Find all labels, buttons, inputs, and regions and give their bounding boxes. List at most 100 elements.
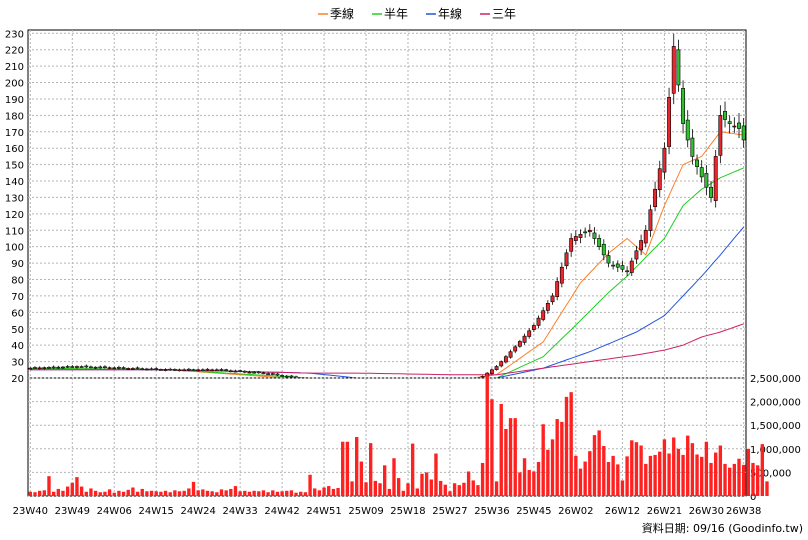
volume-bar-157 xyxy=(760,444,764,496)
volume-bar-52 xyxy=(271,490,275,496)
volume-bar-128 xyxy=(625,456,629,496)
candle-body-128 xyxy=(625,270,630,273)
price-tick-8: 100 xyxy=(5,243,24,254)
candle-body-17 xyxy=(107,367,112,369)
candle-body-19 xyxy=(116,367,121,369)
volume-bar-136 xyxy=(662,439,667,496)
volume-bar-111 xyxy=(546,449,550,496)
candle-body-3 xyxy=(42,367,47,369)
volume-bar-148 xyxy=(718,445,723,496)
legend-label-2: 年線 xyxy=(438,6,462,21)
candle-body-55 xyxy=(284,375,289,378)
legend-label-1: 半年 xyxy=(384,7,408,21)
volume-bar-104 xyxy=(513,418,517,496)
volume-bar-38 xyxy=(205,490,210,496)
volume-bar-105 xyxy=(518,472,522,496)
x-tick-7: 24W51 xyxy=(306,506,341,517)
stock-chart: 季線 半年 年線 三年 20 30 40 50 60 70 80 90 100 110 120 130 140… xyxy=(5,6,803,535)
candle-body-38 xyxy=(205,368,210,371)
candle-body-6 xyxy=(56,366,61,369)
volume-bar-37 xyxy=(201,489,205,496)
candle-body-133 xyxy=(648,209,653,231)
candle-body-8 xyxy=(65,366,70,368)
candle-body-11 xyxy=(79,366,84,368)
candle-body-103 xyxy=(508,351,513,358)
candle-body-108 xyxy=(531,325,536,330)
x-tick-2: 24W06 xyxy=(97,506,132,517)
candle-body-4 xyxy=(47,367,51,369)
candle-body-106 xyxy=(522,335,527,343)
volume-bar-91 xyxy=(452,483,457,496)
candle-body-102 xyxy=(503,356,508,363)
x-tick-1: 23W49 xyxy=(55,506,90,517)
volume-bar-129 xyxy=(630,440,634,496)
volume-bar-118 xyxy=(578,468,583,496)
volume-bar-134 xyxy=(653,454,657,496)
volume-bar-66 xyxy=(336,487,340,496)
candle-body-120 xyxy=(587,229,592,233)
volume-bar-100 xyxy=(494,481,499,496)
candle-body-12 xyxy=(84,365,89,368)
candle-body-49 xyxy=(256,371,261,374)
volume-bar-24 xyxy=(140,488,144,496)
volume-bar-138 xyxy=(672,437,676,496)
volume-bar-142 xyxy=(690,443,695,496)
candle-body-56 xyxy=(289,375,294,378)
x-tick-5: 24W33 xyxy=(222,506,257,517)
volume-bar-56 xyxy=(289,490,294,496)
candle-body-18 xyxy=(112,367,117,370)
volume-bar-147 xyxy=(714,452,718,496)
candle-body-143 xyxy=(695,159,699,167)
candle-body-113 xyxy=(555,281,560,297)
volume-bar-95 xyxy=(471,480,475,496)
volume-bar-31 xyxy=(173,490,177,496)
volume-bar-98 xyxy=(485,375,489,496)
candle-body-123 xyxy=(601,243,606,256)
price-panel: 20 30 40 50 60 70 80 90 100 110 120 130 140 150 160 170… xyxy=(5,29,747,388)
candle-body-25 xyxy=(144,368,149,371)
candle-body-48 xyxy=(252,371,257,374)
x-tick-11: 25W36 xyxy=(474,506,509,517)
volume-bar-53 xyxy=(275,491,280,496)
candle-body-147 xyxy=(713,156,718,201)
volume-bar-107 xyxy=(527,470,531,496)
volume-bar-141 xyxy=(686,435,690,496)
candle-body-151 xyxy=(732,125,737,128)
volume-bar-3 xyxy=(42,490,46,496)
price-tick-12: 140 xyxy=(5,177,24,188)
price-tick-3: 50 xyxy=(11,325,24,336)
candle-body-44 xyxy=(233,370,238,373)
volume-bar-143 xyxy=(695,454,699,496)
candle-body-153 xyxy=(741,125,746,141)
volume-bar-133 xyxy=(648,455,653,496)
candle-body-37 xyxy=(200,369,205,372)
price-tick-6: 80 xyxy=(11,276,24,287)
candle-body-30 xyxy=(168,368,173,371)
candle-body-33 xyxy=(182,369,187,372)
volume-bar-89 xyxy=(443,484,447,496)
volume-bar-149 xyxy=(723,463,727,496)
volume-bar-6 xyxy=(56,488,60,496)
volume-bar-125 xyxy=(611,455,615,496)
candle-body-100 xyxy=(494,366,499,370)
candle-body-34 xyxy=(186,368,191,371)
volume-bar-58 xyxy=(299,491,303,496)
candle-body-26 xyxy=(149,368,154,371)
price-tick-7: 90 xyxy=(11,259,24,270)
volume-bar-35 xyxy=(191,481,196,496)
volume-bar-122 xyxy=(597,430,601,496)
candle-body-23 xyxy=(135,367,140,370)
volume-bar-33 xyxy=(182,490,186,496)
volume-bar-54 xyxy=(280,491,284,496)
volume-bar-115 xyxy=(564,396,569,496)
price-tick-13: 150 xyxy=(5,161,24,172)
volume-bar-97 xyxy=(480,462,485,496)
candle-body-43 xyxy=(228,370,233,373)
volume-bar-27 xyxy=(154,491,158,496)
volume-frame xyxy=(27,377,747,497)
candle-body-24 xyxy=(140,368,145,370)
volume-bar-76 xyxy=(382,465,387,496)
volume-bar-108 xyxy=(532,471,536,496)
volume-bar-4 xyxy=(47,476,51,496)
price-tick-19: 210 xyxy=(5,62,24,73)
